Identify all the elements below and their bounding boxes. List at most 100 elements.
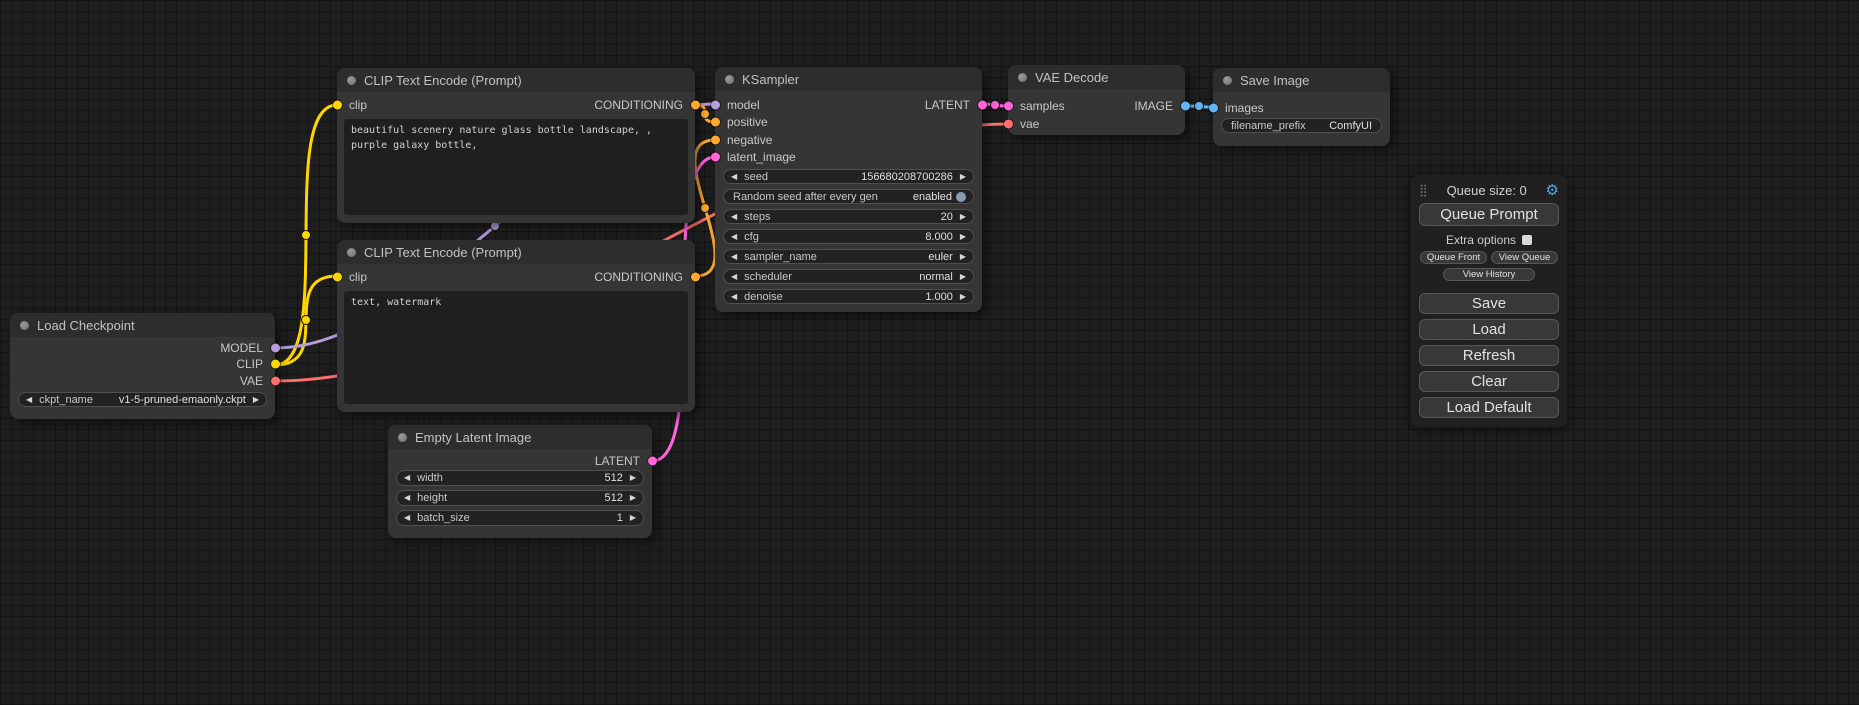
view-queue-button[interactable]: View Queue [1491, 251, 1558, 264]
increment-arrow-icon[interactable]: ▶ [960, 293, 966, 301]
seed-widget[interactable]: ◀ seed 156680208700286 ▶ [723, 169, 974, 184]
node-title-bar[interactable]: Save Image [1213, 68, 1390, 92]
node-empty-latent-image[interactable]: Empty Latent Image LATENT ◀ width 512 ▶ … [388, 425, 652, 538]
increment-arrow-icon[interactable]: ▶ [960, 213, 966, 221]
node-clip-text-encode-negative[interactable]: CLIP Text Encode (Prompt) clip CONDITION… [337, 240, 695, 412]
input-label-negative: negative [727, 133, 772, 147]
node-title-bar[interactable]: VAE Decode [1008, 65, 1185, 89]
increment-arrow-icon[interactable]: ▶ [960, 253, 966, 261]
wire-midpoint-dot [701, 204, 710, 213]
input-slot-clip[interactable] [333, 273, 342, 282]
input-slot-model[interactable] [711, 100, 720, 109]
output-slot-latent[interactable] [978, 100, 987, 109]
node-title-bar[interactable]: CLIP Text Encode (Prompt) [337, 68, 695, 92]
node-vae-decode[interactable]: VAE Decode samples IMAGE vae [1008, 65, 1185, 135]
increment-arrow-icon[interactable]: ▶ [960, 233, 966, 241]
widget-value: normal [792, 271, 953, 283]
output-slot-conditioning[interactable] [691, 101, 700, 110]
decrement-arrow-icon[interactable]: ◀ [731, 293, 737, 301]
save-button[interactable]: Save [1419, 293, 1559, 314]
collapse-dot[interactable] [347, 76, 356, 85]
sampler-name-widget[interactable]: ◀ sampler_name euler ▶ [723, 249, 974, 264]
wire-midpoint-dot [302, 231, 311, 240]
filename-prefix-widget[interactable]: filename_prefix ComfyUI [1221, 118, 1382, 133]
denoise-widget[interactable]: ◀ denoise 1.000 ▶ [723, 289, 974, 304]
node-clip-text-encode-positive[interactable]: CLIP Text Encode (Prompt) clip CONDITION… [337, 68, 695, 223]
positive-prompt-textarea[interactable]: beautiful scenery nature glass bottle la… [344, 119, 688, 215]
increment-arrow-icon[interactable]: ▶ [630, 474, 636, 482]
toggle-dot-icon[interactable] [956, 192, 966, 202]
input-slot-vae[interactable] [1004, 120, 1013, 129]
random-seed-toggle[interactable]: Random seed after every gen enabled [723, 189, 974, 204]
increment-arrow-icon[interactable]: ▶ [630, 494, 636, 502]
decrement-arrow-icon[interactable]: ◀ [404, 514, 410, 522]
input-slot-clip[interactable] [333, 101, 342, 110]
input-label-latent-image: latent_image [727, 150, 796, 164]
collapse-dot[interactable] [20, 321, 29, 330]
widget-label: height [417, 492, 447, 504]
batch-size-widget[interactable]: ◀ batch_size 1 ▶ [396, 510, 644, 526]
width-widget[interactable]: ◀ width 512 ▶ [396, 470, 644, 486]
decrement-arrow-icon[interactable]: ◀ [26, 396, 32, 404]
collapse-dot[interactable] [1223, 76, 1232, 85]
node-title-bar[interactable]: Empty Latent Image [388, 425, 652, 449]
input-slot-images[interactable] [1209, 103, 1218, 112]
clear-button[interactable]: Clear [1419, 371, 1559, 392]
output-label-latent: LATENT [595, 454, 640, 468]
output-slot-latent[interactable] [648, 457, 657, 466]
increment-arrow-icon[interactable]: ▶ [630, 514, 636, 522]
decrement-arrow-icon[interactable]: ◀ [731, 173, 737, 181]
node-graph-canvas[interactable]: { "colors": { "model": "#B39DDB", "clip"… [0, 0, 1859, 705]
decrement-arrow-icon[interactable]: ◀ [404, 494, 410, 502]
input-slot-negative[interactable] [711, 135, 720, 144]
decrement-arrow-icon[interactable]: ◀ [731, 273, 737, 281]
increment-arrow-icon[interactable]: ▶ [253, 396, 259, 404]
input-slot-latent-image[interactable] [711, 153, 720, 162]
collapse-dot[interactable] [1018, 73, 1027, 82]
queue-prompt-button[interactable]: Queue Prompt [1419, 203, 1559, 226]
widget-label: seed [744, 171, 768, 183]
negative-prompt-textarea[interactable]: text, watermark [344, 291, 688, 404]
node-load-checkpoint[interactable]: Load Checkpoint MODEL CLIP VAE ◀ ckpt_na… [10, 313, 275, 419]
ckpt-name-widget[interactable]: ◀ ckpt_name v1-5-pruned-emaonly.ckpt ▶ [18, 392, 267, 407]
decrement-arrow-icon[interactable]: ◀ [731, 213, 737, 221]
cfg-widget[interactable]: ◀ cfg 8.000 ▶ [723, 229, 974, 244]
node-save-image[interactable]: Save Image images filename_prefix ComfyU… [1213, 68, 1390, 146]
settings-gear-icon[interactable]: ⚙ [1546, 183, 1559, 198]
wire-midpoint-dot [991, 101, 1000, 110]
widget-value: 512 [443, 472, 623, 484]
node-title-bar[interactable]: CLIP Text Encode (Prompt) [337, 240, 695, 264]
output-slot-vae[interactable] [271, 376, 280, 385]
decrement-arrow-icon[interactable]: ◀ [731, 233, 737, 241]
output-slot-clip[interactable] [271, 360, 280, 369]
node-title: VAE Decode [1035, 70, 1108, 85]
drag-handle-icon[interactable]: ⣿ [1419, 184, 1428, 196]
output-label-vae: VAE [240, 374, 263, 388]
height-widget[interactable]: ◀ height 512 ▶ [396, 490, 644, 506]
view-history-button[interactable]: View History [1443, 268, 1535, 281]
collapse-dot[interactable] [725, 75, 734, 84]
collapse-dot[interactable] [398, 433, 407, 442]
queue-front-button[interactable]: Queue Front [1420, 251, 1487, 264]
load-default-button[interactable]: Load Default [1419, 397, 1559, 418]
extra-options-checkbox[interactable] [1522, 235, 1532, 245]
node-ksampler[interactable]: KSampler model LATENT positive negative … [715, 67, 982, 312]
scheduler-widget[interactable]: ◀ scheduler normal ▶ [723, 269, 974, 284]
decrement-arrow-icon[interactable]: ◀ [404, 474, 410, 482]
decrement-arrow-icon[interactable]: ◀ [731, 253, 737, 261]
node-title-bar[interactable]: KSampler [715, 67, 982, 91]
wire-midpoint-dot [1195, 102, 1204, 111]
refresh-button[interactable]: Refresh [1419, 345, 1559, 366]
input-slot-samples[interactable] [1004, 102, 1013, 111]
steps-widget[interactable]: ◀ steps 20 ▶ [723, 209, 974, 224]
node-title-bar[interactable]: Load Checkpoint [10, 313, 275, 337]
output-slot-conditioning[interactable] [691, 273, 700, 282]
increment-arrow-icon[interactable]: ▶ [960, 273, 966, 281]
load-button[interactable]: Load [1419, 319, 1559, 340]
output-slot-image[interactable] [1181, 102, 1190, 111]
node-title: Load Checkpoint [37, 318, 135, 333]
output-slot-model[interactable] [271, 343, 280, 352]
input-slot-positive[interactable] [711, 118, 720, 127]
increment-arrow-icon[interactable]: ▶ [960, 173, 966, 181]
collapse-dot[interactable] [347, 248, 356, 257]
